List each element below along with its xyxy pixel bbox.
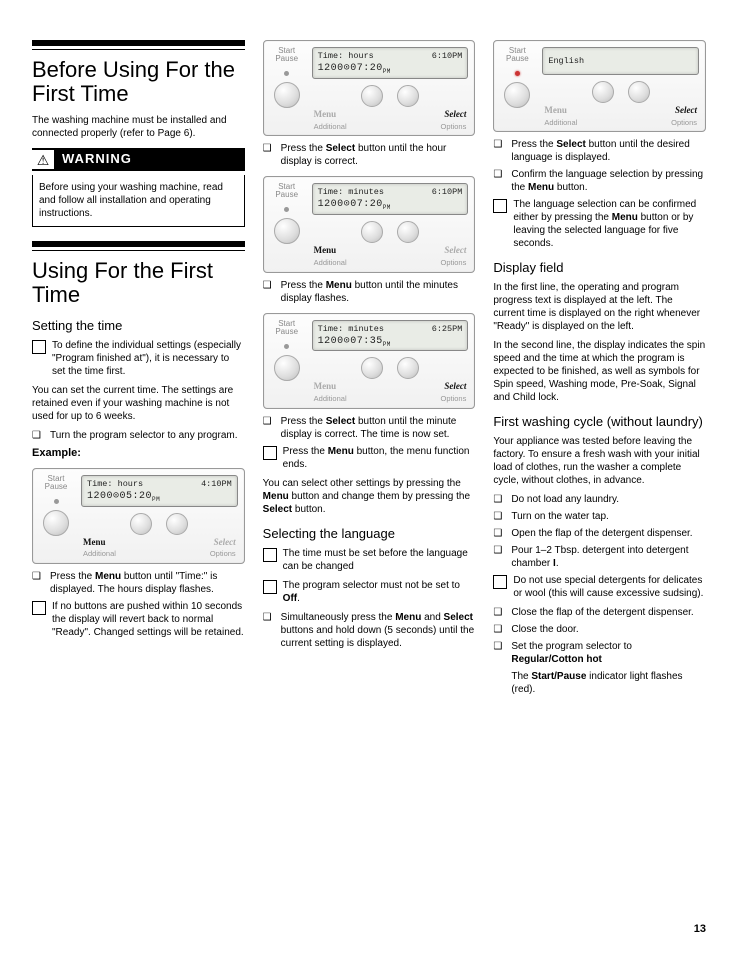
step-bullet: ❑Turn on the water tap. — [493, 510, 706, 523]
note-text: To define the individual settings (espec… — [52, 339, 245, 378]
step-bullet: ❑Set the program selector to Regular/Cot… — [493, 640, 706, 666]
intro-text: The washing machine must be installed an… — [32, 114, 245, 140]
step-bullet: ❑ Confirm the language selection by pres… — [493, 168, 706, 194]
step-bullet: ❑ Simultaneously press the Menu and Sele… — [263, 611, 476, 650]
menu-button[interactable] — [361, 357, 383, 379]
note-box-icon — [263, 548, 277, 562]
lcd-line1-left: Time: hours — [87, 479, 143, 490]
paragraph: You can set the current time. The settin… — [32, 384, 245, 423]
menu-label: Menu — [83, 537, 106, 549]
subheading-selecting-language: Selecting the language — [263, 526, 476, 543]
control-panel-figure: Start Pause English MenuSelect Additiona… — [493, 40, 706, 132]
lcd-display: Time: minutes6:25PM 1200⊙07:35PM — [312, 320, 469, 352]
indicator-light-red — [515, 71, 520, 76]
bullet-mark: ❑ — [32, 570, 44, 596]
note-box-icon — [493, 199, 507, 213]
paragraph: You can select other settings by pressin… — [263, 477, 476, 516]
note-box-icon — [493, 575, 507, 589]
lcd-display: Time: hours 4:10PM 1200⊙05:20PM — [81, 475, 238, 507]
heading-using-first-time: Using For the First Time — [32, 259, 245, 307]
select-button[interactable] — [397, 221, 419, 243]
menu-button[interactable] — [361, 221, 383, 243]
column-3: Start Pause English MenuSelect Additiona… — [493, 40, 706, 700]
start-pause-button[interactable] — [274, 82, 300, 108]
menu-button[interactable] — [361, 85, 383, 107]
menu-button[interactable] — [130, 513, 152, 535]
subheading-display-field: Display field — [493, 260, 706, 277]
step-bullet: ❑ Press the Menu button until the minute… — [263, 279, 476, 305]
start-pause-label: Start Pause — [45, 475, 68, 491]
note-box-icon — [32, 340, 46, 354]
select-button[interactable] — [397, 357, 419, 379]
select-button[interactable] — [397, 85, 419, 107]
bullet-text: Press the Menu button until "Time:" is d… — [50, 570, 245, 596]
warning-icon: ⚠ — [32, 148, 54, 171]
start-pause-button[interactable] — [274, 218, 300, 244]
section-rule — [32, 241, 245, 251]
select-label: Select — [214, 537, 236, 549]
column-2: Start Pause Time: hours6:10PM 1200⊙07:20… — [263, 40, 476, 700]
paragraph: Your appliance was tested before leaving… — [493, 435, 706, 487]
control-panel-figure: Start Pause Time: hours6:10PM 1200⊙07:20… — [263, 40, 476, 136]
step-bullet: ❑Do not load any laundry. — [493, 493, 706, 506]
step-bullet: ❑ Turn the program selector to any progr… — [32, 429, 245, 442]
control-panel-figure: Start Pause Time: minutes6:25PM 1200⊙07:… — [263, 313, 476, 409]
indicator-light — [284, 71, 289, 76]
example-label: Example: — [32, 446, 245, 460]
additional-label: Additional — [83, 549, 116, 559]
control-panel-figure: Start Pause Time: hours 4:10PM 1200⊙05:20… — [32, 468, 245, 564]
subheading-setting-time: Setting the time — [32, 318, 245, 335]
step-bullet: ❑ Press the Select button until the hour… — [263, 142, 476, 168]
step-bullet: ❑Close the door. — [493, 623, 706, 636]
step-bullet: ❑Close the flap of the detergent dispens… — [493, 606, 706, 619]
control-panel-figure: Start Pause Time: minutes6:10PM 1200⊙07:… — [263, 176, 476, 272]
start-pause-button[interactable] — [504, 82, 530, 108]
info-note: If no buttons are pushed within 10 secon… — [32, 600, 245, 639]
subheading-first-washing-cycle: First washing cycle (without laundry) — [493, 414, 706, 431]
lcd-line1-right: 4:10PM — [201, 479, 232, 490]
info-note: Press the Menu button, the menu function… — [263, 445, 476, 471]
warning-body: Before using your washing machine, read … — [32, 175, 245, 227]
info-note: To define the individual settings (espec… — [32, 339, 245, 378]
lcd-line2: 1200⊙05:20 — [87, 491, 152, 502]
step-bullet: ❑ Press the Menu button until "Time:" is… — [32, 570, 245, 596]
step-bullet: The Start/Pause indicator light flashes … — [493, 670, 706, 696]
info-note: Do not use special detergents for delica… — [493, 574, 706, 600]
step-bullet: ❑ Press the Select button until the desi… — [493, 138, 706, 164]
warning-label: WARNING — [54, 148, 245, 171]
select-button[interactable] — [628, 81, 650, 103]
info-note: The time must be set before the language… — [263, 547, 476, 573]
paragraph: In the first line, the operating and pro… — [493, 281, 706, 333]
note-box-icon — [263, 446, 277, 460]
paragraph: In the second line, the display indicate… — [493, 339, 706, 404]
indicator-light — [284, 207, 289, 212]
options-label: Options — [210, 549, 236, 559]
lcd-display: Time: hours6:10PM 1200⊙07:20PM — [312, 47, 469, 79]
column-1: Before Using For the First Time The wash… — [32, 40, 245, 700]
lcd-display: Time: minutes6:10PM 1200⊙07:20PM — [312, 183, 469, 215]
page-number: 13 — [694, 922, 706, 936]
menu-button[interactable] — [592, 81, 614, 103]
indicator-light — [284, 344, 289, 349]
heading-before-first-time: Before Using For the First Time — [32, 58, 245, 106]
lcd-line2-suffix: PM — [152, 496, 160, 503]
step-bullet: ❑Pour 1–2 Tbsp. detergent into detergent… — [493, 544, 706, 570]
bullet-mark: ❑ — [32, 429, 44, 442]
note-text: If no buttons are pushed within 10 secon… — [52, 600, 245, 639]
note-box-icon — [32, 601, 46, 615]
start-pause-button[interactable] — [43, 510, 69, 536]
section-rule — [32, 40, 245, 50]
info-note: The language selection can be confirmed … — [493, 198, 706, 250]
note-box-icon — [263, 580, 277, 594]
indicator-light — [54, 499, 59, 504]
step-bullet: ❑Open the flap of the detergent dispense… — [493, 527, 706, 540]
select-button[interactable] — [166, 513, 188, 535]
panel-start-pause: Start Pause — [39, 475, 73, 559]
lcd-display: English — [542, 47, 699, 75]
start-pause-button[interactable] — [274, 355, 300, 381]
step-bullet: ❑ Press the Select button until the minu… — [263, 415, 476, 441]
bullet-text: Turn the program selector to any program… — [50, 429, 245, 442]
warning-header: ⚠ WARNING — [32, 148, 245, 171]
info-note: The program selector must not be set to … — [263, 579, 476, 605]
